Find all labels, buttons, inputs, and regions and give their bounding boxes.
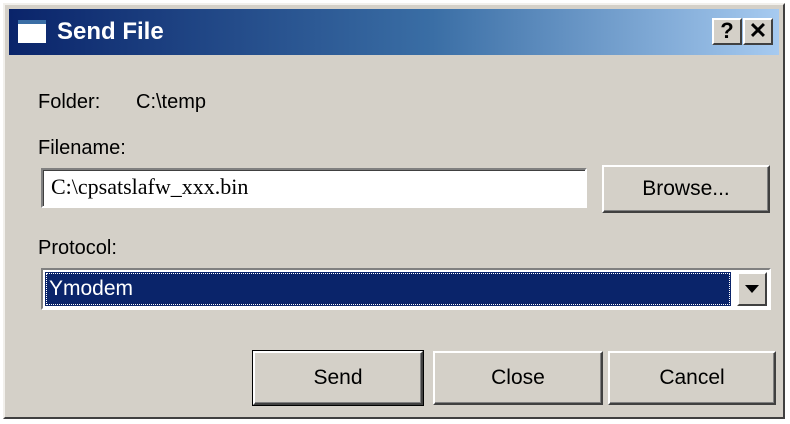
send-file-dialog: Send File ? ✕ Folder: C:\temp Filename: … [3, 3, 785, 419]
protocol-label: Protocol: [38, 237, 117, 259]
filename-input[interactable]: C:\cpsatslafw_xxx.bin [41, 168, 587, 208]
dropdown-button[interactable] [737, 272, 767, 306]
window-title: Send File [57, 18, 164, 45]
send-button[interactable]: Send [252, 350, 424, 406]
filename-label: Filename: [38, 137, 126, 159]
folder-label: Folder: [38, 91, 101, 113]
protocol-selected-value[interactable]: Ymodem [45, 272, 731, 306]
chevron-down-icon [745, 285, 759, 293]
close-icon[interactable]: ✕ [743, 18, 773, 45]
cancel-button[interactable]: Cancel [608, 351, 776, 405]
protocol-select[interactable]: Ymodem [41, 268, 771, 310]
browse-button[interactable]: Browse... [602, 165, 770, 213]
window-icon [18, 20, 46, 43]
title-bar[interactable]: Send File ? ✕ [9, 9, 779, 55]
help-button[interactable]: ? [712, 18, 742, 45]
close-button[interactable]: Close [433, 351, 603, 405]
folder-value: C:\temp [136, 91, 207, 113]
